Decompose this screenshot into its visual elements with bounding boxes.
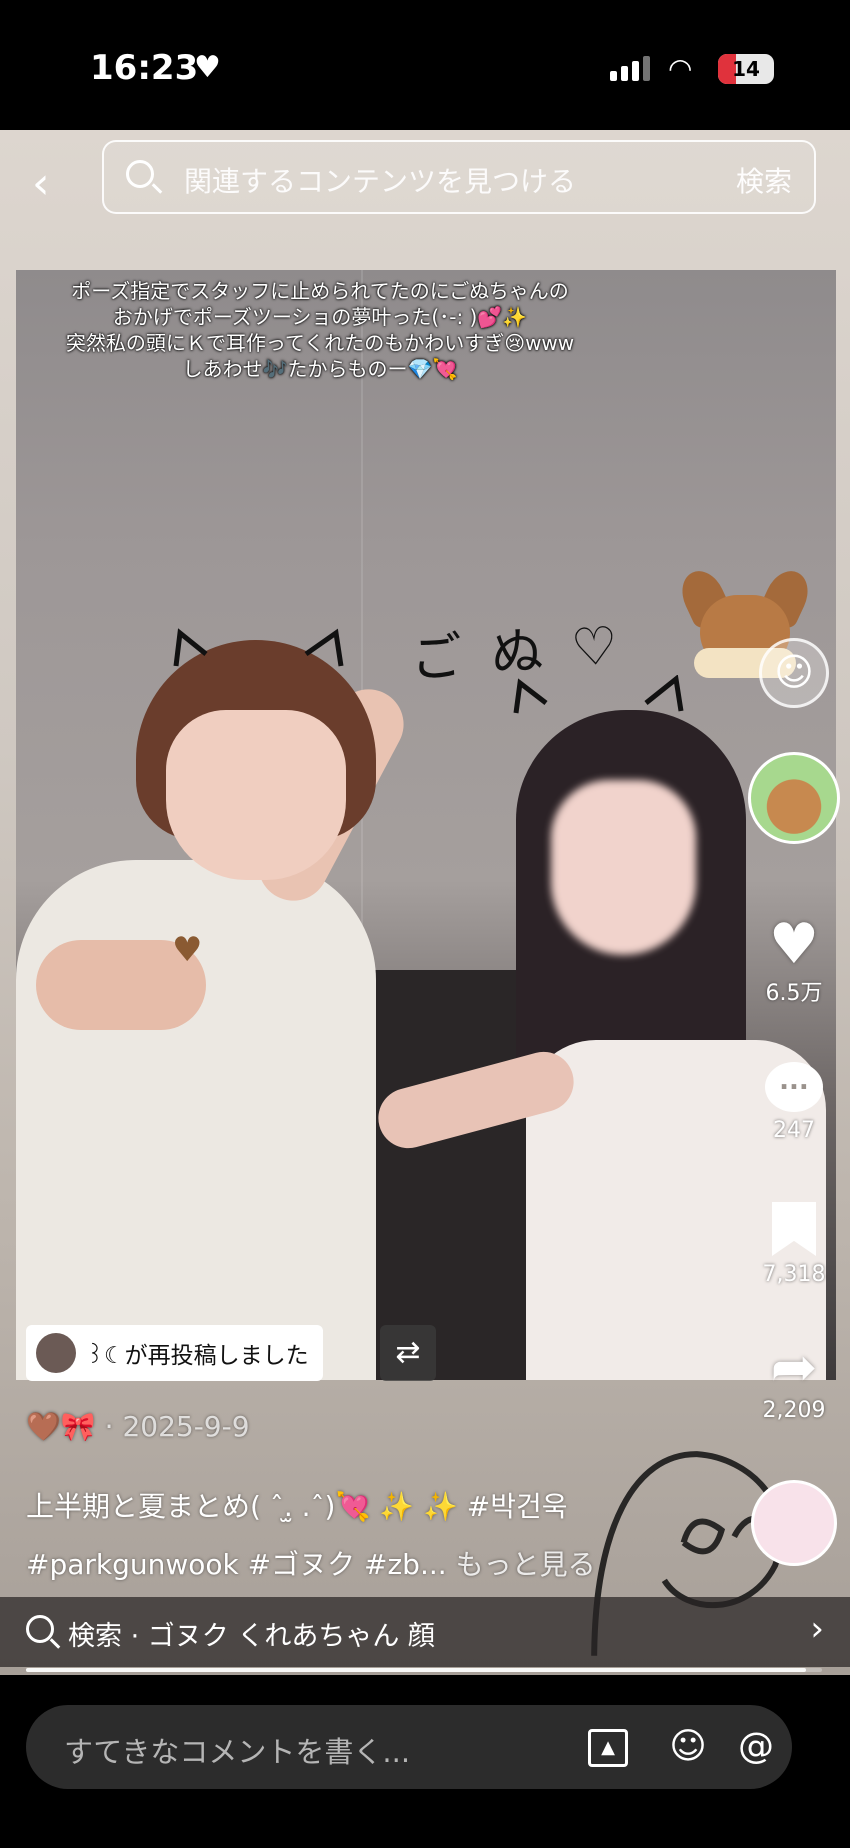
status-time: 16:23 bbox=[90, 48, 199, 88]
back-icon: ‹ bbox=[32, 158, 50, 209]
wifi-icon: ◠ bbox=[668, 52, 693, 85]
progress-fill bbox=[26, 1668, 807, 1672]
related-search-text: 検索 · ゴヌク くれあちゃん 顔 bbox=[68, 1621, 435, 1652]
bottom-bar: すてきなコメントを書く... ▲ ☺ @ bbox=[0, 1675, 850, 1848]
status-bar: 16:23 ♥ ◠ 14 bbox=[0, 0, 850, 130]
video-caption-overlay: ポーズ指定でスタッフに止められてたのにごぬちゃんの おかげでポーズツーショの夢叶… bbox=[20, 278, 620, 382]
handwritten-doodle: ご ぬ ♡ bbox=[408, 615, 626, 691]
like-button[interactable]: ♥ 6.5万 bbox=[746, 915, 842, 1007]
image-icon[interactable]: ▲ bbox=[588, 1729, 628, 1767]
repost-text: ꒱☾が再投稿しました bbox=[86, 1343, 309, 1369]
video-player[interactable]: ♥ ポーズ指定でスタッフに止められてたのにごぬちゃんの おかげでポーズツーショの… bbox=[0, 130, 850, 1675]
repost-button[interactable]: ⇄ bbox=[380, 1325, 436, 1381]
emoji-icon[interactable]: ☺ bbox=[664, 1723, 712, 1771]
comment-button[interactable]: 247 bbox=[746, 1058, 842, 1143]
search-icon bbox=[126, 160, 154, 188]
share-count: 2,209 bbox=[762, 1398, 826, 1423]
repost-icon: ⇄ bbox=[395, 1335, 421, 1370]
bookmark-icon bbox=[772, 1202, 816, 1256]
avatar bbox=[36, 1333, 76, 1373]
comment-icon bbox=[765, 1062, 823, 1112]
description-line: #parkgunwook #ゴヌク #zb... bbox=[26, 1548, 447, 1581]
related-search-bar[interactable]: 検索 · ゴヌク くれあちゃん 顔 › bbox=[0, 1597, 850, 1667]
comment-input[interactable]: すてきなコメントを書く... ▲ ☺ @ bbox=[26, 1705, 792, 1789]
caption-line: 突然私の頭にＫで耳作ってくれたのもかわいすぎ😢www bbox=[65, 331, 575, 355]
video-progress-bar[interactable] bbox=[26, 1668, 822, 1672]
avatar bbox=[748, 752, 840, 844]
search-icon bbox=[26, 1615, 54, 1643]
face-icon: ☺ bbox=[759, 638, 829, 708]
post-meta: 🤎🎀 · 2025-9-9 bbox=[26, 1410, 250, 1443]
description-line: 上半期と夏まとめ( ˆ.̫ .ˆ)💘 ✨ ✨ #박건욱 bbox=[26, 1490, 568, 1523]
cat-ears-doodle bbox=[173, 628, 344, 667]
bookmark-button[interactable]: 7,318 bbox=[746, 1198, 842, 1287]
caption-line: おかげでポーズツーショの夢叶った(･-: )💕✨ bbox=[112, 305, 528, 329]
creator-avatar[interactable] bbox=[746, 752, 842, 844]
heart-icon: ♥ bbox=[768, 912, 820, 977]
search-button[interactable]: 検索 bbox=[736, 160, 792, 200]
sound-button[interactable] bbox=[746, 1480, 842, 1566]
share-button[interactable]: ➦ 2,209 bbox=[746, 1335, 842, 1424]
person-left bbox=[16, 628, 416, 1380]
save-count: 7,318 bbox=[762, 1262, 826, 1287]
post-date: · 2025-9-9 bbox=[104, 1410, 250, 1443]
chevron-right-icon: › bbox=[810, 1609, 824, 1649]
comment-placeholder: すてきなコメントを書く... bbox=[64, 1735, 411, 1769]
search-bar[interactable]: 関連するコンテンツを見つける 検索 bbox=[102, 140, 816, 214]
battery-icon: 14 bbox=[718, 54, 774, 84]
see-more-link[interactable]: もっと見る bbox=[456, 1548, 596, 1581]
sound-disc-avatar bbox=[751, 1480, 837, 1566]
cellular-signal-icon bbox=[610, 56, 650, 81]
search-placeholder: 関連するコンテンツを見つける bbox=[184, 165, 577, 198]
status-heart-icon: ♥ bbox=[194, 50, 221, 85]
caption-line: ポーズ指定でスタッフに止められてたのにごぬちゃんの bbox=[71, 279, 569, 303]
share-icon: ➦ bbox=[770, 1335, 818, 1400]
brown-heart-sticker: ♥ bbox=[172, 930, 203, 970]
mention-icon[interactable]: @ bbox=[732, 1723, 780, 1771]
battery-level: 14 bbox=[732, 57, 760, 81]
back-button[interactable]: ‹ bbox=[32, 158, 50, 209]
repost-tag[interactable]: ꒱☾が再投稿しました bbox=[26, 1325, 323, 1381]
caption-line: しあわせ🎶たからものー💎💘 bbox=[182, 357, 458, 381]
post-description: 上半期と夏まとめ( ˆ.̫ .ˆ)💘 ✨ ✨ #박건욱 #parkgunwook… bbox=[26, 1478, 596, 1594]
author-emoji[interactable]: 🤎🎀 bbox=[26, 1410, 96, 1443]
comment-count: 247 bbox=[773, 1118, 815, 1143]
like-count: 6.5万 bbox=[765, 981, 823, 1006]
polaroid-photo bbox=[16, 270, 836, 1380]
face-effect-button[interactable]: ☺ bbox=[746, 638, 842, 708]
